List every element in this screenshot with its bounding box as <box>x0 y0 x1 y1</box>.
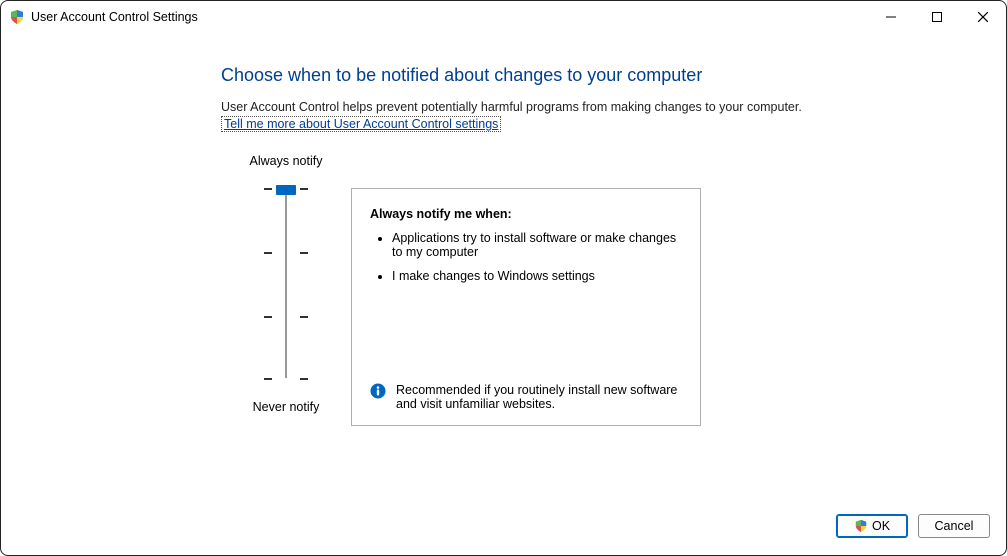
panel-list: Applications try to install software or … <box>370 231 682 283</box>
minimize-button[interactable] <box>868 1 914 33</box>
cancel-button-label: Cancel <box>935 519 974 533</box>
panel-list-item: Applications try to install software or … <box>392 231 682 259</box>
notification-slider[interactable] <box>256 184 316 384</box>
help-link[interactable]: Tell me more about User Account Control … <box>221 116 501 132</box>
page-subtext: User Account Control helps prevent poten… <box>221 100 966 114</box>
titlebar: User Account Control Settings <box>1 1 1006 33</box>
recommendation-text: Recommended if you routinely install new… <box>396 383 682 411</box>
page-heading: Choose when to be notified about changes… <box>221 65 966 86</box>
uac-shield-icon <box>9 9 25 25</box>
window-controls <box>868 1 1006 33</box>
panel-list-item: I make changes to Windows settings <box>392 269 682 283</box>
cancel-button[interactable]: Cancel <box>918 514 990 538</box>
slider-top-label: Always notify <box>250 154 323 168</box>
maximize-button[interactable] <box>914 1 960 33</box>
slider-column: Always notify Never notify <box>221 154 351 414</box>
slider-thumb[interactable] <box>276 185 296 195</box>
uac-settings-window: User Account Control Settings Choose whe… <box>0 0 1007 556</box>
content-area: Choose when to be notified about changes… <box>1 33 1006 507</box>
slider-bottom-label: Never notify <box>253 400 320 414</box>
description-panel: Always notify me when: Applications try … <box>351 188 701 426</box>
info-icon <box>370 383 386 399</box>
panel-title: Always notify me when: <box>370 207 682 221</box>
ok-button[interactable]: OK <box>836 514 908 538</box>
footer: OK Cancel <box>1 507 1006 555</box>
window-title: User Account Control Settings <box>31 10 198 24</box>
close-button[interactable] <box>960 1 1006 33</box>
slider-area: Always notify Never notify Always notify… <box>221 154 966 426</box>
uac-shield-icon <box>854 519 868 533</box>
recommendation-row: Recommended if you routinely install new… <box>370 383 682 411</box>
ok-button-label: OK <box>872 519 890 533</box>
